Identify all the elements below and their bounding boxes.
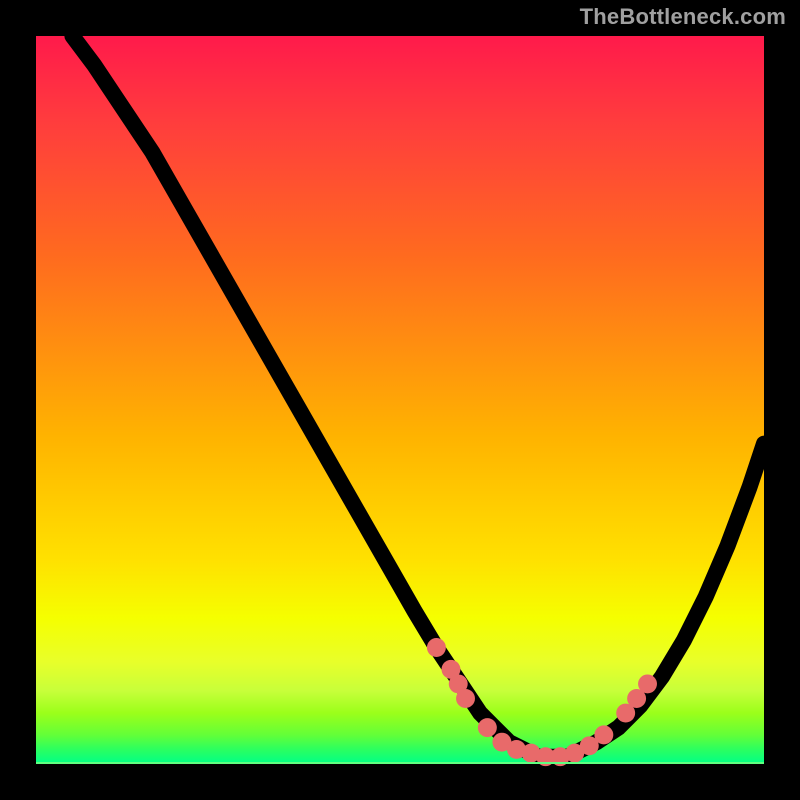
marker-group: [427, 638, 657, 766]
data-point: [427, 638, 446, 657]
watermark-text: TheBottleneck.com: [580, 4, 786, 30]
data-point: [594, 725, 613, 744]
plot-area: [36, 36, 764, 764]
data-point: [478, 718, 497, 737]
data-point: [456, 689, 475, 708]
series-line: [72, 36, 764, 757]
data-point: [638, 674, 657, 693]
chart-svg: [36, 36, 764, 764]
chart-frame: TheBottleneck.com: [0, 0, 800, 800]
